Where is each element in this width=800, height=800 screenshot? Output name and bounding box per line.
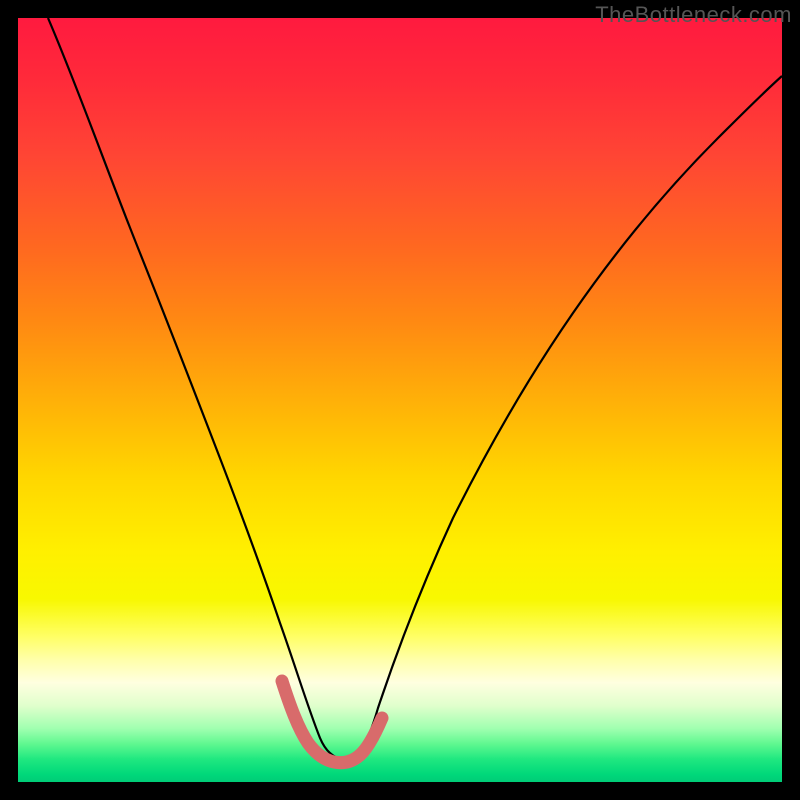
chart-gradient-plot — [18, 18, 782, 782]
chart-curves — [18, 18, 782, 782]
bottleneck-curve-line — [48, 18, 782, 760]
watermark-text: TheBottleneck.com — [595, 2, 792, 28]
optimal-zone-highlight-line — [282, 681, 382, 763]
